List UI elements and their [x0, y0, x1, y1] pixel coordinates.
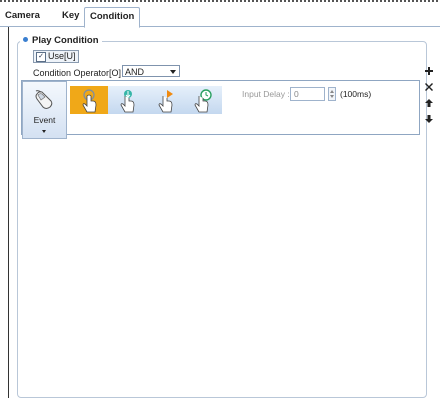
- bullet-icon: [23, 36, 28, 42]
- mouse-play-icon[interactable]: [146, 86, 184, 114]
- mouse-icon: [35, 90, 53, 109]
- condition-operator-value: AND: [125, 67, 145, 77]
- spin-up-icon[interactable]: [330, 90, 334, 93]
- input-delay-field[interactable]: 0: [290, 87, 325, 101]
- panel-left-border: [8, 27, 9, 398]
- move-up-icon[interactable]: [425, 99, 433, 107]
- spin-down-icon[interactable]: [330, 95, 334, 98]
- delete-icon[interactable]: [425, 83, 433, 91]
- chevron-down-icon: [170, 70, 176, 74]
- mouse-drag-icon[interactable]: [108, 86, 146, 114]
- section-title: Play Condition: [20, 35, 102, 46]
- tab-strip: Camera Key Condition: [0, 4, 440, 28]
- mouse-timer-icon[interactable]: [184, 86, 222, 114]
- use-checkbox-label: Use[U]: [48, 51, 76, 61]
- add-icon[interactable]: [425, 67, 433, 75]
- event-icon-strip: [70, 86, 222, 114]
- top-border: [0, 0, 440, 2]
- hand-timer-icon: [194, 89, 212, 113]
- condition-operator-label: Condition Operator[O] :: [33, 68, 127, 78]
- checkbox-check-icon[interactable]: ✓: [36, 51, 46, 62]
- input-delay-label: Input Delay :: [242, 89, 290, 99]
- use-checkbox[interactable]: ✓ Use[U]: [33, 50, 79, 63]
- hand-drag-icon: [120, 90, 135, 113]
- hand-press-icon: [82, 89, 97, 113]
- tab-key[interactable]: Key: [62, 7, 79, 25]
- event-label: Event: [33, 115, 56, 125]
- hand-play-icon: [158, 90, 173, 113]
- tab-condition[interactable]: Condition: [84, 7, 141, 28]
- dropdown-arrow-icon: [42, 130, 46, 133]
- input-delay-unit: (100ms): [340, 89, 372, 99]
- event-button[interactable]: Event: [22, 81, 67, 139]
- tab-camera[interactable]: Camera: [5, 7, 40, 25]
- move-down-icon[interactable]: [425, 115, 433, 123]
- input-delay-spinner[interactable]: [328, 87, 336, 101]
- condition-operator-select[interactable]: AND: [122, 65, 180, 77]
- mouse-press-icon[interactable]: [70, 86, 108, 114]
